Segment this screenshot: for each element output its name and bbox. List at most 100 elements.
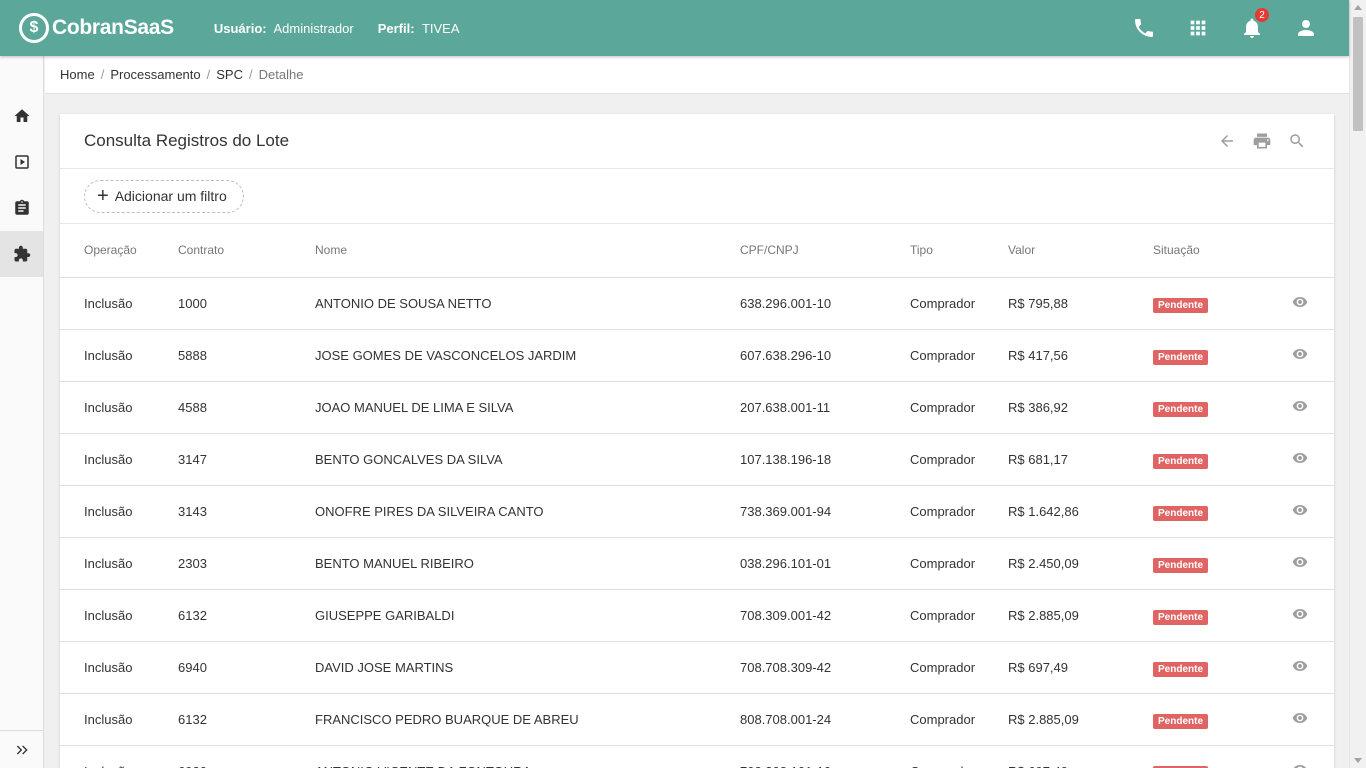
view-details-eye-icon[interactable] xyxy=(1292,658,1308,674)
cell-actions xyxy=(1278,589,1334,642)
back-button[interactable] xyxy=(1209,124,1244,159)
cell-contrato: 6940 xyxy=(178,641,315,694)
cell-cpf-cnpj: 738.369.001-94 xyxy=(740,485,910,538)
column-header-cpf-cnpj[interactable]: CPF/CNPJ xyxy=(740,224,910,278)
column-header-actions xyxy=(1278,224,1334,278)
column-header-situacao[interactable]: Situação xyxy=(1153,224,1278,278)
breadcrumb-spc[interactable]: SPC xyxy=(216,67,243,82)
table-row[interactable]: Inclusão6920ANTONIO VICENTE DA FONTOURA7… xyxy=(60,745,1334,768)
breadcrumb-separator: / xyxy=(249,67,253,82)
apps-button[interactable] xyxy=(1171,0,1225,56)
scroll-down-arrow-icon[interactable] xyxy=(1354,758,1362,763)
cell-situacao: Pendente xyxy=(1153,485,1278,538)
cell-situacao: Pendente xyxy=(1153,537,1278,590)
cell-nome: FRANCISCO PEDRO BUARQUE DE ABREU xyxy=(315,693,740,746)
apps-grid-icon xyxy=(1190,20,1206,36)
cell-tipo: Comprador xyxy=(910,537,1008,590)
print-icon xyxy=(1253,133,1270,149)
view-details-eye-icon[interactable] xyxy=(1292,398,1308,414)
view-details-eye-icon[interactable] xyxy=(1292,762,1308,768)
sidebar xyxy=(0,56,44,768)
scroll-up-arrow-icon[interactable] xyxy=(1354,5,1362,10)
search-icon xyxy=(1289,134,1303,148)
app-logo[interactable]: $ CobranSaaS xyxy=(19,13,174,43)
view-details-eye-icon[interactable] xyxy=(1292,554,1308,570)
sidebar-expand-button[interactable] xyxy=(0,730,44,768)
cell-situacao: Pendente xyxy=(1153,745,1278,768)
breadcrumb-processamento[interactable]: Processamento xyxy=(110,67,200,82)
profile-name: TIVEA xyxy=(421,20,460,36)
notifications-button[interactable]: 2 xyxy=(1225,0,1279,56)
records-table: Operação Contrato Nome CPF/CNPJ Tipo Val… xyxy=(60,224,1334,768)
table-row[interactable]: Inclusão 6132 GIUSEPPE GARIBALDI 708.309.00… xyxy=(60,589,1334,642)
table-row[interactable]: Inclusão 3143 ONOFRE PIRES DA SILVEIRA CAN… xyxy=(60,485,1334,538)
view-details-eye-icon[interactable] xyxy=(1292,502,1308,518)
cell-cpf-cnpj: 708.208.101-10 xyxy=(740,745,910,768)
cell-nome: JOSE GOMES DE VASCONCELOS JARDIM xyxy=(315,329,740,382)
view-details-eye-icon[interactable] xyxy=(1292,606,1308,622)
view-details-eye-icon[interactable] xyxy=(1292,710,1308,726)
status-badge: Pendente xyxy=(1153,349,1209,365)
sidebar-item-integrations[interactable] xyxy=(0,231,43,277)
view-details-eye-icon[interactable] xyxy=(1292,450,1308,466)
table-row[interactable]: Inclusão 6940 DAVID JOSE MARTINS 708.708.30… xyxy=(60,641,1334,694)
sidebar-item-processes[interactable] xyxy=(0,139,43,185)
breadcrumb-home[interactable]: Home xyxy=(60,67,95,82)
notification-badge: 2 xyxy=(1255,8,1269,22)
column-header-nome[interactable]: Nome xyxy=(315,224,740,278)
column-header-valor[interactable]: Valor xyxy=(1008,224,1153,278)
table-row[interactable]: Inclusão 4588 JOAO MANUEL DE LIMA E SILVA 2… xyxy=(60,381,1334,434)
table-row[interactable]: Inclusão 6132 FRANCISCO PEDRO BUARQUE DE A… xyxy=(60,693,1334,746)
table-row[interactable]: Inclusão 1000 ANTONIO DE SOUSA NETTO 638.29… xyxy=(60,277,1334,330)
cell-situacao: Pendente xyxy=(1153,589,1278,642)
cell-operacao: Inclusão xyxy=(60,485,178,538)
scrollbar-thumb[interactable] xyxy=(1353,17,1363,131)
user-label: Usuário: xyxy=(213,20,267,36)
cell-nome: ANTONIO DE SOUSA NETTO xyxy=(315,277,740,330)
cell-valor: R$ 417,56 xyxy=(1008,329,1153,382)
add-filter-label: Adicionar um filtro xyxy=(114,188,227,204)
home-icon xyxy=(14,109,29,122)
cell-cpf-cnpj: 107.138.196-18 xyxy=(740,433,910,486)
cell-tipo: Comprador xyxy=(910,485,1008,538)
account-button[interactable] xyxy=(1279,0,1333,56)
cell-cpf-cnpj: 638.296.001-10 xyxy=(740,277,910,330)
cell-contrato: 6920 xyxy=(178,745,315,768)
cell-actions xyxy=(1278,537,1334,590)
double-chevron-right-icon xyxy=(16,745,28,754)
cell-operacao: Inclusão xyxy=(60,433,178,486)
breadcrumb-detalhe: Detalhe xyxy=(258,67,304,82)
cell-tipo: Comprador xyxy=(910,693,1008,746)
cell-cpf-cnpj: 207.638.001-11 xyxy=(740,381,910,434)
add-filter-button[interactable]: + Adicionar um filtro xyxy=(84,179,244,213)
sidebar-item-home[interactable] xyxy=(0,93,43,139)
status-badge: Pendente xyxy=(1153,713,1209,729)
cell-situacao: Pendente xyxy=(1153,693,1278,746)
cell-valor: R$ 1.642,86 xyxy=(1008,485,1153,538)
breadcrumb-separator: / xyxy=(100,67,105,82)
cell-contrato: 2303 xyxy=(178,537,315,590)
column-header-contrato[interactable]: Contrato xyxy=(178,224,315,278)
cell-valor: R$ 681,17 xyxy=(1008,433,1153,486)
sidebar-item-reports[interactable] xyxy=(0,185,43,231)
cell-situacao: Pendente xyxy=(1153,277,1278,330)
cell-tipo: Comprador xyxy=(910,589,1008,642)
cell-tipo: Comprador xyxy=(910,641,1008,694)
print-button[interactable] xyxy=(1244,124,1279,159)
phone-button[interactable] xyxy=(1117,0,1171,56)
top-app-bar: $ CobranSaaS Usuário: Administrador Perf… xyxy=(0,0,1349,56)
cell-nome: BENTO MANUEL RIBEIRO xyxy=(315,537,740,590)
table-row[interactable]: Inclusão 3147 BENTO GONCALVES DA SILVA 107.… xyxy=(60,433,1334,486)
view-details-eye-icon[interactable] xyxy=(1292,294,1308,310)
status-badge: Pendente xyxy=(1153,661,1209,677)
page-scrollbar[interactable] xyxy=(1349,0,1366,768)
table-row[interactable]: Inclusão 2303 BENTO MANUEL RIBEIRO 038.296.… xyxy=(60,537,1334,590)
view-details-eye-icon[interactable] xyxy=(1292,346,1308,362)
cell-valor: R$ 697,49 xyxy=(1008,745,1153,768)
column-header-operacao[interactable]: Operação xyxy=(60,224,178,278)
table-row[interactable]: Inclusão 5888 JOSE GOMES DE VASCONCELOS JA… xyxy=(60,329,1334,382)
cell-actions xyxy=(1278,329,1334,382)
status-badge: Pendente xyxy=(1153,505,1209,521)
column-header-tipo[interactable]: Tipo xyxy=(910,224,1008,278)
search-button[interactable] xyxy=(1279,124,1314,159)
